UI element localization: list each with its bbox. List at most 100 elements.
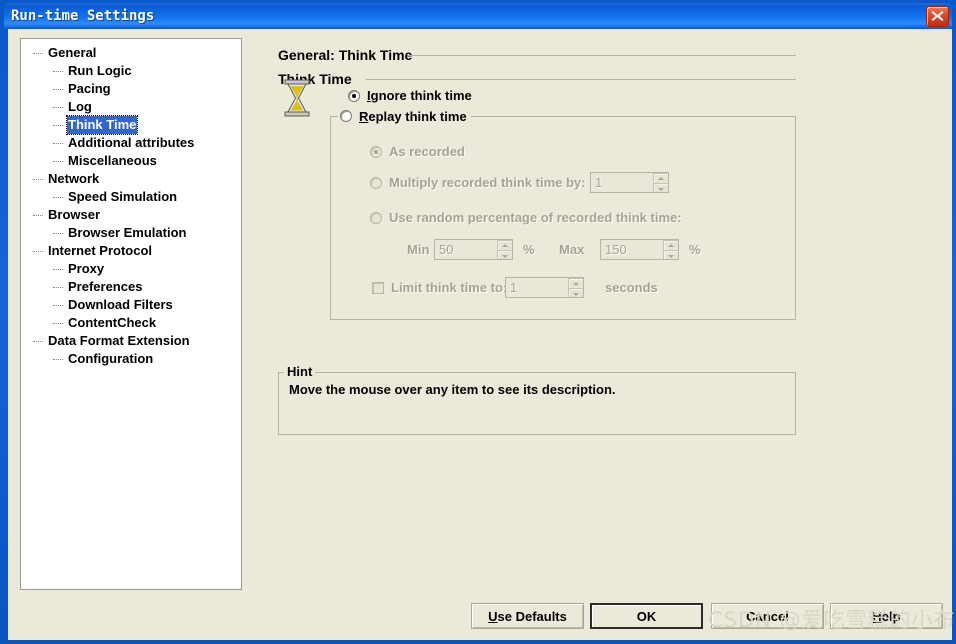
spin-up-icon[interactable] — [653, 173, 668, 183]
tree-item-label: Internet Protocol — [48, 243, 153, 258]
tree-item-label: Preferences — [68, 279, 143, 294]
tree-item-speed-simulation[interactable]: Speed Simulation — [21, 188, 241, 206]
multiply-row[interactable]: Multiply recorded think time by: — [370, 175, 585, 190]
tree-item-label: Proxy — [68, 261, 105, 276]
think-time-pane: General: Think Time Think Time Ignore th… — [256, 38, 940, 590]
spin-up-icon[interactable] — [497, 240, 512, 250]
help-accel: H — [872, 608, 882, 624]
tree-item-proxy[interactable]: Proxy — [21, 260, 241, 278]
tree-connector-icon — [53, 71, 63, 73]
tree-item-network[interactable]: Network — [21, 170, 241, 188]
tree-item-label: Think Time — [65, 115, 139, 135]
use-defaults-button[interactable]: Use Defaults — [471, 603, 584, 629]
max-value[interactable]: 150 — [601, 242, 663, 257]
tree-connector-icon — [53, 125, 63, 127]
min-spinner[interactable]: 50 — [434, 239, 513, 260]
tree-item-miscellaneous[interactable]: Miscellaneous — [21, 152, 241, 170]
help-label: Help — [872, 609, 900, 624]
tree-item-label: Log — [68, 99, 92, 114]
tree-item-label: General — [48, 45, 97, 60]
multiply-spinner[interactable]: 1 — [590, 172, 669, 193]
settings-tree-panel[interactable]: General Run Logic Pacing Log Think Time Addit… — [20, 38, 242, 590]
help-rest: elp — [881, 608, 901, 624]
replay-think-time-radio[interactable] — [340, 110, 352, 122]
cancel-button[interactable]: Cancel — [711, 603, 824, 629]
tree-item-general[interactable]: General — [21, 44, 241, 62]
min-spin-buttons[interactable] — [497, 240, 512, 259]
limit-spin-buttons[interactable] — [568, 278, 583, 297]
tree-item-browser-emulation[interactable]: Browser Emulation — [21, 224, 241, 242]
tree-item-additional-attributes[interactable]: Additional attributes — [21, 134, 241, 152]
multiply-spin-buttons[interactable] — [653, 173, 668, 192]
as-recorded-row[interactable]: As recorded — [370, 144, 465, 159]
max-spinner[interactable]: 150 — [600, 239, 679, 260]
tree-item-browser[interactable]: Browser — [21, 206, 241, 224]
max-spin-buttons[interactable] — [663, 240, 678, 259]
min-unit: % — [523, 242, 535, 257]
multiply-value[interactable]: 1 — [591, 175, 653, 190]
random-percentage-row[interactable]: Use random percentage of recorded think … — [370, 210, 682, 225]
ok-button[interactable]: OK — [590, 603, 703, 629]
tree-item-pacing[interactable]: Pacing — [21, 80, 241, 98]
limit-think-time-checkbox[interactable] — [372, 281, 384, 294]
spin-down-icon[interactable] — [497, 249, 512, 259]
tree-connector-icon — [53, 305, 63, 307]
min-value[interactable]: 50 — [435, 242, 497, 257]
max-label: Max — [559, 242, 585, 257]
pane-header: General: Think Time — [278, 47, 413, 63]
tree-item-label: Additional attributes — [68, 135, 195, 150]
tree-connector-icon — [53, 287, 63, 289]
replay-think-time-legend[interactable]: Replay think time — [338, 108, 471, 124]
ok-label: OK — [636, 608, 657, 624]
tree-item-run-logic[interactable]: Run Logic — [21, 62, 241, 80]
tree-item-label: Miscellaneous — [68, 153, 157, 168]
pane-header-rule — [408, 55, 796, 56]
replay-label-rest: eplay think time — [368, 108, 467, 124]
tree-item-preferences[interactable]: Preferences — [21, 278, 241, 296]
tree-connector-icon — [53, 89, 63, 91]
tree-connector-icon — [53, 143, 63, 145]
settings-tree[interactable]: General Run Logic Pacing Log Think Time Addit… — [21, 39, 241, 368]
spin-down-icon[interactable] — [653, 182, 668, 192]
ignore-think-time-label: Ignore think time — [367, 88, 472, 103]
min-label: Min : — [407, 242, 438, 257]
hint-legend: Hint — [284, 364, 316, 379]
tree-item-internet-protocol[interactable]: Internet Protocol — [21, 242, 241, 260]
tree-item-data-format-extension[interactable]: Data Format Extension — [21, 332, 241, 350]
tree-item-configuration[interactable]: Configuration — [21, 350, 241, 368]
title-bar[interactable]: Run-time Settings — [4, 3, 952, 28]
max-unit: % — [689, 242, 701, 257]
use-defaults-label: Use Defaults — [488, 609, 567, 624]
tree-item-download-filters[interactable]: Download Filters — [21, 296, 241, 314]
tree-connector-icon — [53, 197, 63, 199]
limit-think-time-row[interactable]: Limit think time to: — [372, 280, 507, 295]
spin-up-icon[interactable] — [568, 278, 583, 288]
tree-item-label: ContentCheck — [68, 315, 157, 330]
tree-connector-icon — [33, 251, 43, 253]
multiply-radio[interactable] — [370, 176, 382, 189]
spin-down-icon[interactable] — [568, 287, 583, 297]
limit-value[interactable]: 1 — [506, 280, 568, 295]
desktop-background: Run-time Settings General Run Logic Pacing… — [0, 0, 956, 644]
hourglass-icon — [281, 79, 313, 122]
limit-spinner[interactable]: 1 — [505, 277, 584, 298]
tree-connector-icon — [53, 161, 63, 163]
tree-item-contentcheck[interactable]: ContentCheck — [21, 314, 241, 332]
close-icon[interactable] — [926, 6, 949, 27]
ignore-think-time-row[interactable]: Ignore think time — [348, 88, 472, 103]
tree-connector-icon — [33, 179, 43, 181]
spin-up-icon[interactable] — [663, 240, 678, 250]
help-button[interactable]: Help — [830, 603, 943, 629]
tree-connector-icon — [53, 359, 63, 361]
group-rule-think-time — [366, 79, 796, 80]
spin-down-icon[interactable] — [663, 249, 678, 259]
random-percentage-radio[interactable] — [370, 211, 382, 224]
tree-connector-icon — [53, 269, 63, 271]
close-x-glyph — [931, 11, 944, 21]
replay-accel: R — [359, 108, 369, 124]
use-defaults-rest: se Defaults — [497, 608, 567, 624]
tree-item-think-time[interactable]: Think Time — [21, 115, 241, 135]
as-recorded-radio[interactable] — [370, 145, 382, 158]
ignore-think-time-radio[interactable] — [348, 89, 360, 102]
tree-item-log[interactable]: Log — [21, 98, 241, 116]
